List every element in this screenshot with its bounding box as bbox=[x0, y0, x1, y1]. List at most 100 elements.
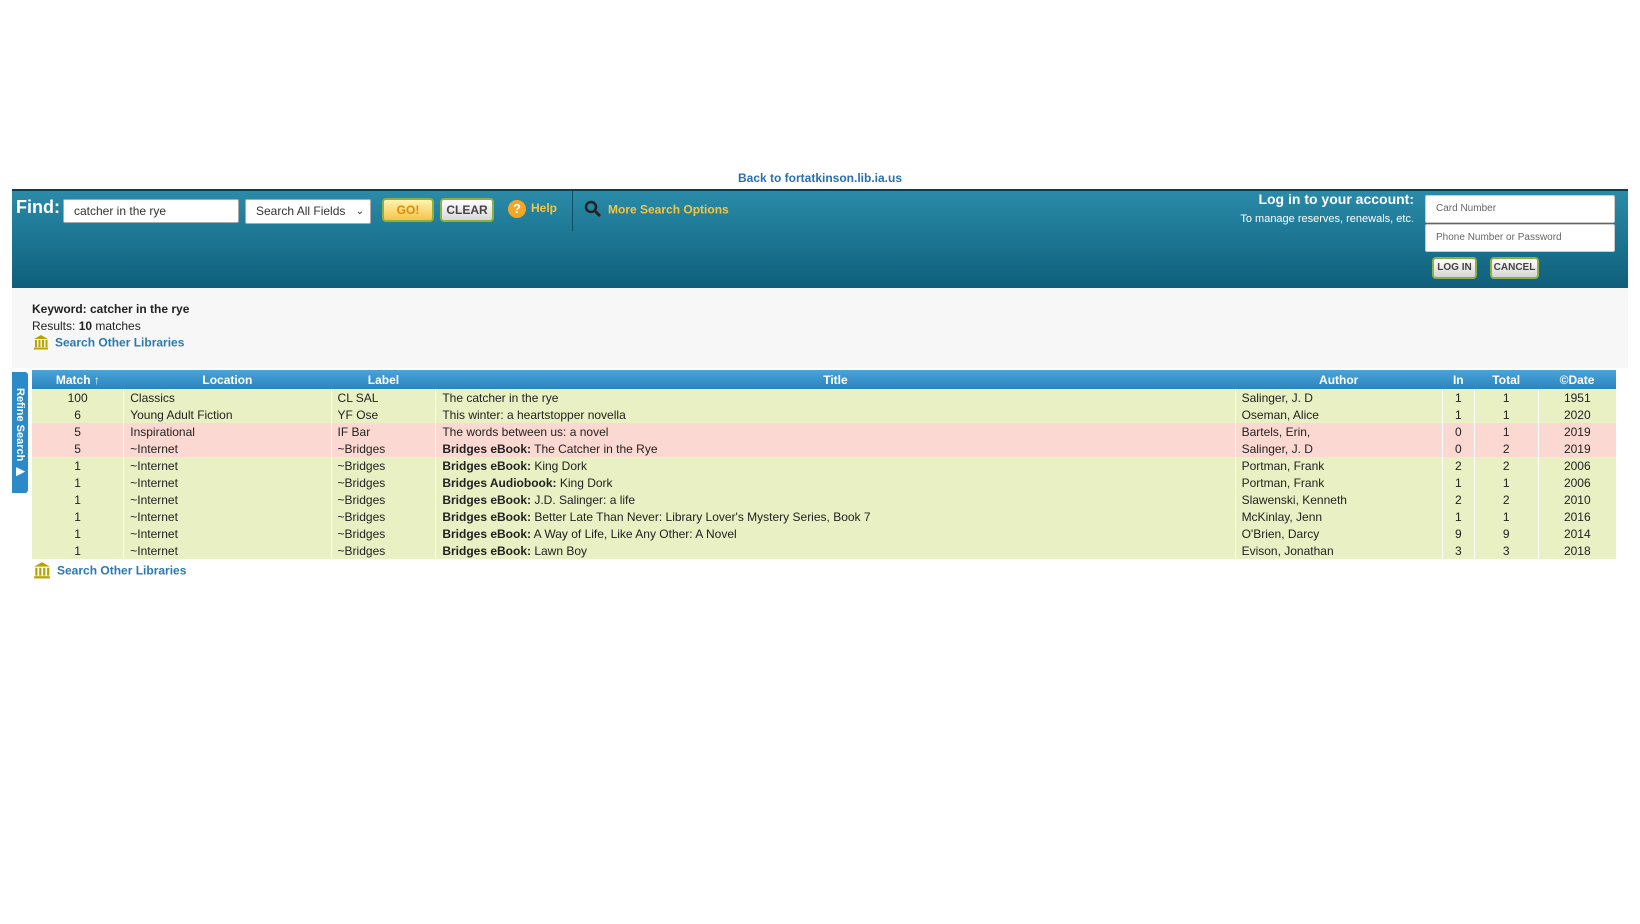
title-text[interactable]: King Dork bbox=[531, 459, 587, 473]
cell-title[interactable]: This winter: a heartstopper novella bbox=[435, 406, 1236, 423]
title-text[interactable]: The words between us: a novel bbox=[442, 425, 608, 439]
refine-search-label: Refine Search ▶ bbox=[14, 387, 26, 478]
keyword-text: Keyword: catcher in the rye bbox=[32, 302, 190, 316]
cell-total: 3 bbox=[1473, 542, 1539, 559]
cell-author: Evison, Jonathan bbox=[1234, 542, 1443, 559]
title-text[interactable]: King Dork bbox=[557, 476, 613, 490]
col-title[interactable]: Title bbox=[435, 370, 1236, 389]
cell-title[interactable]: The catcher in the rye bbox=[435, 389, 1236, 406]
cell-in: 1 bbox=[1441, 406, 1475, 423]
cell-location: ~Internet bbox=[123, 525, 332, 542]
cell-match: 1 bbox=[32, 508, 124, 525]
table-row[interactable]: 100 Classics CL SAL The catcher in the rye S… bbox=[32, 389, 1616, 406]
other-libraries-label: Search Other Libraries bbox=[55, 335, 185, 350]
title-text[interactable]: Lawn Boy bbox=[531, 544, 587, 558]
col-label[interactable]: Label bbox=[331, 370, 436, 389]
title-text[interactable]: The Catcher in the Rye bbox=[531, 442, 657, 456]
search-field-selected: Search All Fields bbox=[256, 204, 346, 218]
clear-button[interactable]: CLEAR bbox=[440, 198, 494, 222]
table-row[interactable]: 1 ~Internet ~Bridges Bridges eBook: Better … bbox=[32, 508, 1616, 525]
cell-title[interactable]: Bridges eBook: A Way of Life, Like Any O… bbox=[435, 525, 1236, 542]
cell-date: 2010 bbox=[1537, 491, 1616, 508]
back-link[interactable]: Back to fortatkinson.lib.ia.us bbox=[738, 171, 902, 185]
cell-title[interactable]: Bridges Audiobook: King Dork bbox=[435, 474, 1236, 491]
table-row[interactable]: 1 ~Internet ~Bridges Bridges eBook: Lawn Bo… bbox=[32, 542, 1616, 559]
cell-in: 1 bbox=[1441, 474, 1475, 491]
table-row[interactable]: 1 ~Internet ~Bridges Bridges Audiobook: Kin… bbox=[32, 474, 1616, 491]
title-format-prefix: Bridges Audiobook: bbox=[442, 475, 557, 490]
cell-match: 5 bbox=[32, 440, 124, 457]
other-libraries-label: Search Other Libraries bbox=[57, 563, 187, 578]
title-text[interactable]: The catcher in the rye bbox=[442, 391, 558, 405]
cell-label: ~Bridges bbox=[330, 457, 436, 474]
title-text[interactable]: Better Late Than Never: Library Lover's … bbox=[531, 510, 870, 524]
results-summary: Keyword: catcher in the rye Results: 10 … bbox=[12, 288, 1628, 368]
cell-location: ~Internet bbox=[123, 457, 332, 474]
title-format-prefix: Bridges eBook: bbox=[442, 526, 531, 541]
cell-location: ~Internet bbox=[123, 491, 332, 508]
title-text[interactable]: This winter: a heartstopper novella bbox=[442, 408, 625, 422]
cell-match: 1 bbox=[32, 542, 124, 559]
col-author[interactable]: Author bbox=[1235, 370, 1443, 389]
results-prefix: Results: bbox=[32, 319, 79, 333]
cell-in: 3 bbox=[1441, 542, 1475, 559]
results-count: 10 bbox=[78, 319, 93, 333]
login-button[interactable]: LOG IN bbox=[1432, 257, 1477, 279]
cell-author: Bartels, Erin, bbox=[1234, 423, 1443, 440]
cell-match: 1 bbox=[32, 474, 124, 491]
col-location[interactable]: Location bbox=[123, 370, 332, 389]
table-row[interactable]: 6 Young Adult Fiction YF Ose This winter: a… bbox=[32, 406, 1616, 423]
cell-location: Classics bbox=[123, 389, 332, 406]
cell-title[interactable]: Bridges eBook: J.D. Salinger: a life bbox=[435, 491, 1236, 508]
cell-title[interactable]: Bridges eBook: The Catcher in the Rye bbox=[435, 440, 1236, 457]
search-other-libraries-link-top[interactable]: Search Other Libraries bbox=[33, 334, 184, 353]
table-row[interactable]: 5 Inspirational IF Bar The words between us… bbox=[32, 423, 1616, 440]
cell-label: ~Bridges bbox=[330, 440, 436, 457]
cell-location: ~Internet bbox=[123, 474, 332, 491]
col-total[interactable]: Total bbox=[1474, 370, 1539, 389]
go-button[interactable]: GO! bbox=[382, 198, 434, 222]
help-label: Help bbox=[531, 201, 558, 216]
cell-date: 2014 bbox=[1537, 525, 1616, 542]
cell-match: 1 bbox=[32, 525, 124, 542]
title-format-prefix: Bridges eBook: bbox=[442, 441, 531, 456]
more-options-label: More Search Options bbox=[608, 202, 729, 217]
help-link[interactable]: ? Help bbox=[508, 200, 557, 218]
password-field[interactable]: Phone Number or Password bbox=[1425, 224, 1615, 252]
more-search-options-link[interactable]: More Search Options bbox=[584, 200, 729, 221]
col-date[interactable]: ©Date bbox=[1538, 370, 1616, 389]
magnifier-icon bbox=[584, 200, 602, 221]
search-field-select[interactable]: Search All Fields ⌄ bbox=[245, 199, 371, 224]
login-title: Log in to your account: bbox=[1258, 191, 1414, 207]
search-other-libraries-link-bottom[interactable]: Search Other Libraries bbox=[33, 561, 186, 582]
title-text[interactable]: A Way of Life, Like Any Other: A Novel bbox=[531, 527, 737, 541]
cell-title[interactable]: The words between us: a novel bbox=[435, 423, 1236, 440]
search-input[interactable] bbox=[63, 199, 239, 223]
cell-title[interactable]: Bridges eBook: Better Late Than Never: L… bbox=[435, 508, 1236, 525]
table-row[interactable]: 5 ~Internet ~Bridges Bridges eBook: The Cat… bbox=[32, 440, 1616, 457]
card-number-field[interactable]: Card Number bbox=[1425, 195, 1615, 223]
cell-total: 1 bbox=[1473, 508, 1539, 525]
cell-total: 1 bbox=[1473, 423, 1539, 440]
cell-label: ~Bridges bbox=[330, 474, 436, 491]
search-header: Find: Search All Fields ⌄ GO! CLEAR ? Hel… bbox=[12, 189, 1628, 288]
title-text[interactable]: J.D. Salinger: a life bbox=[531, 493, 635, 507]
cell-label: ~Bridges bbox=[330, 508, 436, 525]
cell-title[interactable]: Bridges eBook: King Dork bbox=[435, 457, 1236, 474]
col-in[interactable]: In bbox=[1442, 370, 1475, 389]
cell-label: IF Bar bbox=[330, 423, 436, 440]
col-match[interactable]: Match ↑ bbox=[32, 370, 124, 389]
table-row[interactable]: 1 ~Internet ~Bridges Bridges eBook: King Do… bbox=[32, 457, 1616, 474]
cell-total: 2 bbox=[1473, 457, 1539, 474]
results-count-text: Results: 10 matches bbox=[32, 319, 141, 333]
cancel-button[interactable]: CANCEL bbox=[1490, 257, 1539, 279]
header-divider bbox=[572, 191, 573, 231]
refine-search-tab[interactable]: Refine Search ▶ bbox=[12, 372, 28, 493]
table-row[interactable]: 1 ~Internet ~Bridges Bridges eBook: J.D. Sa… bbox=[32, 491, 1616, 508]
cell-author: Slawenski, Kenneth bbox=[1234, 491, 1443, 508]
cell-author: Salinger, J. D bbox=[1234, 440, 1443, 457]
cell-title[interactable]: Bridges eBook: Lawn Boy bbox=[435, 542, 1236, 559]
table-header-row: Match ↑ Location Label Title Author In T… bbox=[32, 370, 1616, 389]
table-row[interactable]: 1 ~Internet ~Bridges Bridges eBook: A Way o… bbox=[32, 525, 1616, 542]
chevron-down-icon: ⌄ bbox=[355, 206, 364, 217]
